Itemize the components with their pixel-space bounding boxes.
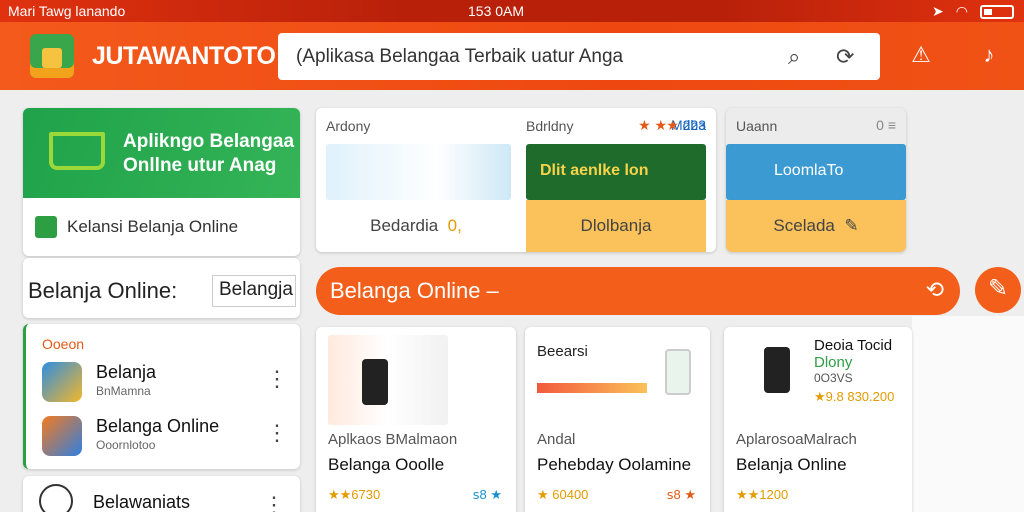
side-list: Ooeon Belanja BnMamna ⋮ Belanga Online O… xyxy=(23,324,300,469)
product-badge: ꜱ8 ★ xyxy=(666,487,696,502)
more-icon[interactable]: ⋮ xyxy=(266,366,288,392)
product-price: ★9.8 830.200 xyxy=(814,389,895,404)
alert-icon[interactable]: ⚠ xyxy=(906,42,936,72)
user-icon xyxy=(39,484,73,512)
product-rating: ★★1200 xyxy=(736,487,789,502)
app-icon xyxy=(42,362,82,402)
product-rating: ★ 60400 xyxy=(537,487,589,502)
clock: 153 0AM xyxy=(468,3,525,19)
phone-image xyxy=(764,347,790,393)
refresh-icon[interactable]: ⟲ xyxy=(926,277,944,303)
product-bar xyxy=(537,383,647,393)
list-item-title: Belanga Online xyxy=(96,416,220,436)
tile-heading: Uaann xyxy=(736,118,778,134)
product-name: Pehebday Oolamine xyxy=(537,455,692,474)
product-name: Belanja Online xyxy=(736,455,847,474)
product-card[interactable]: Deoia Tocid Dlony 0O3VS ★9.8 830.200 Apl… xyxy=(724,327,912,512)
list-item[interactable]: Belanja BnMamna ⋮ xyxy=(42,360,292,404)
app-logo xyxy=(30,34,74,78)
battery-icon xyxy=(980,4,1014,19)
list-item-subtitle: Ooornlotoo xyxy=(96,438,156,452)
edit-fab[interactable]: ✎ xyxy=(975,267,1021,313)
product-heading: Deoia Tocid xyxy=(814,337,893,354)
side-header: Belanja Online: Belangja xyxy=(23,258,300,318)
product-rating: ★★6730 xyxy=(328,487,381,502)
tile-card[interactable]: Uaann 0 ≡ LoomlaTo Scelada ✎ xyxy=(726,108,906,252)
promo-banner-text: Aplikngo Belangaa Onllne utur Anag xyxy=(123,131,295,176)
search-placeholder[interactable]: (Aplikasa Belangaa Terbaik uatur Anga xyxy=(296,46,623,68)
cart-icon xyxy=(49,132,105,170)
tile-card[interactable]: Bdrldny ★ 223 Dlit aenlke lon Dlolbanja xyxy=(516,108,716,252)
tile-heading: Bdrldny xyxy=(526,118,574,134)
product-name: Belanga Ooolle xyxy=(328,455,445,474)
mic-icon[interactable]: ♪ xyxy=(974,42,1004,72)
promo-card[interactable]: Aplikngo Belangaa Onllne utur Anag Kelan… xyxy=(23,108,300,256)
list-item-title: Belawaniats xyxy=(93,492,191,512)
tile-label: Bedardia 0, xyxy=(370,216,462,235)
store-icon xyxy=(35,216,57,238)
edit-icon: ✎ xyxy=(844,216,859,235)
more-icon[interactable]: ⋮ xyxy=(263,492,285,512)
more-icon[interactable]: ⋮ xyxy=(266,420,288,446)
wifi-icon: ◠ xyxy=(955,3,968,19)
tile-label: Scelada ✎ xyxy=(726,200,906,252)
promo-footer-text: Kelansi Belanja Online xyxy=(67,217,239,236)
app-header: JUTAWANTOTO (Aplikasa Belangaa Terbaik u… xyxy=(0,22,1024,90)
tile-badge: 0 ≡ xyxy=(876,117,896,133)
product-subtitle: AplarosoaMalrach xyxy=(736,431,857,448)
product-subtitle: Andal xyxy=(537,431,576,448)
list-item-subtitle: BnMamna xyxy=(96,384,151,398)
side-filter[interactable]: Belangja xyxy=(212,275,296,307)
product-image xyxy=(328,335,448,425)
product-card[interactable]: Beearsi Andal Pehebday Oolamine ★ 60400 … xyxy=(525,327,710,512)
brand-name: JUTAWANTOTO xyxy=(92,42,276,70)
promo-banner: Aplikngo Belangaa Onllne utur Anag xyxy=(23,108,300,198)
product-card[interactable]: Aplkaos BMalmaon Belanga Ooolle ★★6730 ꜱ… xyxy=(316,327,516,512)
product-badge: ꜱ8 ★ xyxy=(472,487,502,502)
tile-badge: ★ 223 xyxy=(666,117,706,133)
phone-image xyxy=(665,349,691,395)
tile-banner: LoomlaTo xyxy=(726,144,906,200)
list-item[interactable]: Belawaniats ⋮ xyxy=(23,476,300,512)
tile-label: Dlolbanja xyxy=(526,200,706,252)
search-icon[interactable]: ⌕ xyxy=(788,44,800,70)
right-panel xyxy=(912,316,1024,512)
carrier-label: Mari Tawg lanando xyxy=(8,3,126,19)
section-banner-text: Belanga Online – xyxy=(330,278,499,303)
scan-icon[interactable]: ⟳ xyxy=(836,44,854,70)
app-icon xyxy=(42,416,82,456)
product-heading-2: Dlony xyxy=(814,354,853,371)
product-subtitle: Aplkaos BMalmaon xyxy=(328,431,458,448)
product-heading: Beearsi xyxy=(537,343,588,360)
product-code: 0O3VS xyxy=(814,371,853,385)
phone-image xyxy=(362,359,388,405)
promo-footer: Kelansi Belanja Online xyxy=(35,216,238,238)
search-bar[interactable]: (Aplikasa Belangaa Terbaik uatur Anga ⌕ … xyxy=(278,33,880,80)
location-icon: ➤ xyxy=(932,3,944,19)
side-title: Belanja Online: xyxy=(28,278,178,303)
tile-heading: Ardony xyxy=(326,118,371,134)
tile-banner: Dlit aenlke lon xyxy=(526,144,706,200)
list-item-title: Belanja xyxy=(96,362,157,382)
side-section-label: Ooeon xyxy=(42,336,85,352)
tile-image xyxy=(326,144,511,200)
list-item[interactable]: Belanga Online Ooornlotoo ⋮ xyxy=(42,414,292,458)
status-icons: ➤ ◠ xyxy=(932,3,1014,20)
status-bar: Mari Tawg lanando 153 0AM ➤ ◠ xyxy=(0,0,1024,22)
section-banner[interactable]: Belanga Online – ⟲ xyxy=(316,267,960,315)
